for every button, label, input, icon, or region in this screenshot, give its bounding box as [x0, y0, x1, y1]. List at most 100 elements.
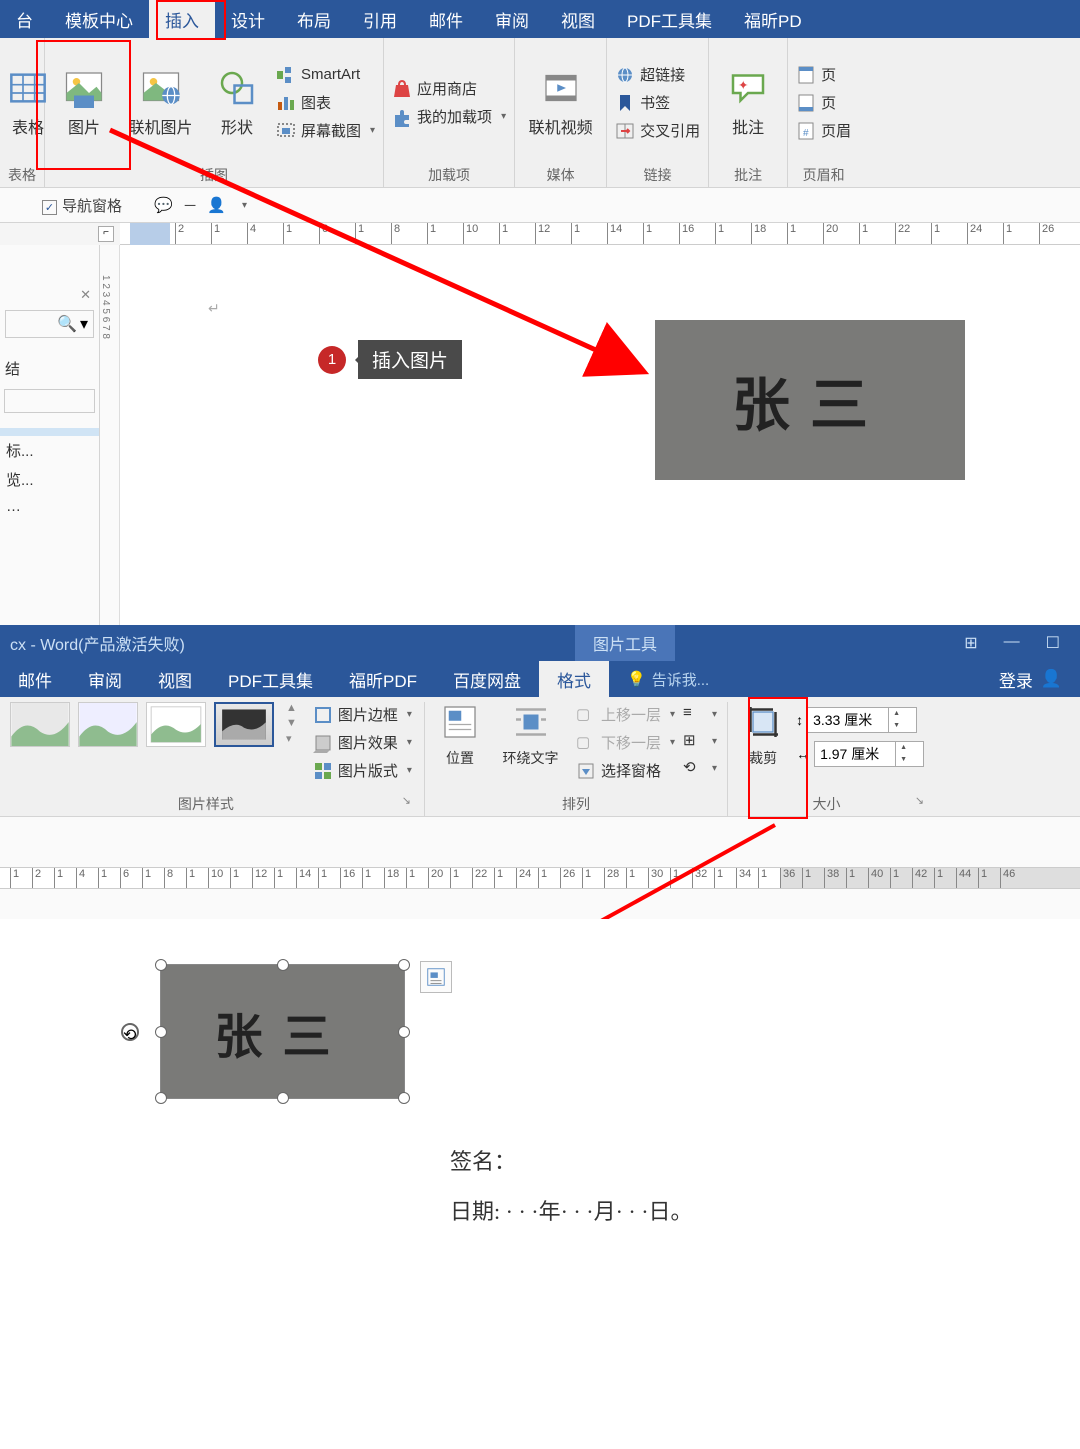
layout-options-button[interactable]	[420, 961, 452, 993]
picture-button[interactable]: 图片	[53, 43, 115, 162]
resize-handle-w[interactable]	[155, 1026, 167, 1038]
position-button[interactable]: 位置	[435, 702, 485, 768]
picture-style-1[interactable]	[10, 702, 70, 747]
header-button[interactable]: 页	[796, 62, 851, 87]
hyperlink-button[interactable]: 超链接	[615, 62, 700, 87]
forward-icon: ▢	[576, 705, 596, 725]
align-button[interactable]: ≡▾	[683, 702, 717, 726]
resize-handle-nw[interactable]	[155, 959, 167, 971]
nav-search-box[interactable]: 🔍▾	[5, 310, 94, 338]
style-scroll-up[interactable]: ▲	[286, 702, 297, 714]
online-picture-icon	[141, 68, 181, 108]
tab-review[interactable]: 审阅	[70, 661, 140, 697]
maximize-icon[interactable]: ☐	[1046, 633, 1060, 653]
minimize-icon[interactable]: —	[1004, 633, 1020, 653]
close-icon[interactable]: ✕	[80, 287, 91, 303]
tab-platform[interactable]: 台	[0, 0, 49, 38]
height-input[interactable]: ▲▼	[807, 707, 917, 733]
my-addins-button[interactable]: 我的加载项▾	[392, 104, 506, 129]
shapes-icon	[217, 68, 257, 108]
crossref-button[interactable]: 交叉引用	[615, 118, 700, 143]
tab-design[interactable]: 设计	[215, 0, 281, 38]
selected-signature-image[interactable]: 张三 ⟲	[160, 964, 405, 1099]
bring-forward-button[interactable]: ▢上移一层▾	[576, 702, 675, 727]
header-icon	[796, 65, 816, 85]
tab-baidu[interactable]: 百度网盘	[435, 661, 539, 697]
nav-pane-checkbox[interactable]: ✓导航窗格	[42, 195, 122, 216]
bookmark-button[interactable]: 书签	[615, 90, 700, 115]
resize-handle-e[interactable]	[398, 1026, 410, 1038]
store-icon	[392, 79, 412, 99]
footer-button[interactable]: 页	[796, 90, 851, 115]
style-scroll-down[interactable]: ▼	[286, 717, 297, 729]
tab-foxit-pdf[interactable]: 福昕PD	[728, 0, 818, 38]
horizontal-ruler-bottom[interactable]: 1214161811011211411611812012212412612813…	[0, 867, 1080, 889]
online-picture-button[interactable]: 联机图片	[123, 43, 198, 162]
selection-pane-button[interactable]: 选择窗格	[576, 758, 675, 783]
comment-button[interactable]: ✦ 批注	[717, 43, 779, 162]
picture-style-3[interactable]	[146, 702, 206, 747]
tab-view[interactable]: 视图	[545, 0, 611, 38]
picture-layout-button[interactable]: 图片版式▾	[313, 758, 412, 783]
nav-item[interactable]: 标...	[0, 436, 99, 465]
resize-handle-n[interactable]	[277, 959, 289, 971]
nav-item[interactable]: 览...	[0, 465, 99, 494]
screenshot-button[interactable]: 屏幕截图▾	[276, 118, 375, 143]
send-backward-button[interactable]: ▢下移一层▾	[576, 730, 675, 755]
tab-foxit-pdf[interactable]: 福昕PDF	[331, 661, 435, 697]
document-area[interactable]: ↵ 1 插入图片 张三	[100, 245, 1080, 625]
tab-mail[interactable]: 邮件	[0, 661, 70, 697]
tab-view[interactable]: 视图	[140, 661, 210, 697]
app-store-button[interactable]: 应用商店	[392, 76, 506, 101]
style-gallery-more[interactable]: ▾	[286, 732, 297, 745]
picture-style-4-selected[interactable]	[214, 702, 274, 747]
wrap-text-button[interactable]: 环绕文字	[493, 702, 568, 768]
tab-pdf-tools[interactable]: PDF工具集	[611, 0, 728, 38]
nav-item[interactable]	[0, 428, 99, 436]
picture-effects-button[interactable]: 图片效果▾	[313, 730, 412, 755]
online-video-button[interactable]: 联机视频	[523, 43, 598, 162]
resize-handle-ne[interactable]	[398, 959, 410, 971]
ruler-corner[interactable]: ⌐	[98, 226, 114, 242]
crop-icon	[743, 702, 783, 742]
width-input[interactable]: ▲▼	[814, 741, 924, 767]
tell-me-box[interactable]: 💡告诉我...	[609, 661, 727, 697]
resize-handle-se[interactable]	[398, 1092, 410, 1104]
resize-handle-s[interactable]	[277, 1092, 289, 1104]
picture-style-2[interactable]	[78, 702, 138, 747]
ribbon-display-icon[interactable]: ⊞	[964, 633, 977, 653]
resize-handle-sw[interactable]	[155, 1092, 167, 1104]
rotate-handle[interactable]: ⟲	[121, 1023, 139, 1041]
tab-references[interactable]: 引用	[347, 0, 413, 38]
tab-template-center[interactable]: 模板中心	[49, 0, 149, 38]
tab-insert[interactable]: 插入	[149, 0, 215, 38]
tab-pdf-tools[interactable]: PDF工具集	[210, 661, 331, 697]
piclayout-icon	[313, 761, 333, 781]
rotate-button[interactable]: ⟲▾	[683, 756, 717, 780]
tab-review[interactable]: 审阅	[479, 0, 545, 38]
dialog-launcher-icon[interactable]: ↘	[915, 794, 924, 807]
new-comment-icon[interactable]: 💬	[154, 196, 173, 214]
login-button[interactable]: 登录👤	[981, 661, 1080, 697]
chart-button[interactable]: 图表	[276, 90, 375, 115]
nav-tab-results[interactable]: 结	[5, 358, 94, 379]
dialog-launcher-icon[interactable]: ↘	[402, 794, 411, 807]
tab-layout[interactable]: 布局	[281, 0, 347, 38]
table-icon	[8, 68, 48, 108]
smartart-button[interactable]: SmartArt	[276, 63, 375, 87]
crop-button[interactable]: 裁剪	[738, 702, 788, 768]
document-area-bottom[interactable]: 张三 ⟲ 签名： 日期: · · ·年· · ·月· · ·日。	[0, 919, 1080, 1449]
tab-format[interactable]: 格式	[539, 661, 609, 697]
signature-image[interactable]: 张三	[655, 320, 965, 480]
person-icon[interactable]: 👤	[207, 196, 226, 214]
tab-mail[interactable]: 邮件	[413, 0, 479, 38]
vertical-ruler[interactable]: 1 2 3 4 5 6 7 8	[100, 245, 120, 625]
wrap-icon	[511, 702, 551, 742]
tables-button[interactable]: 表格	[8, 43, 48, 162]
nav-item[interactable]: …	[0, 494, 99, 519]
nav-input[interactable]	[4, 389, 95, 413]
shapes-button[interactable]: 形状	[206, 43, 268, 162]
pagenum-button[interactable]: #页眉	[796, 118, 851, 143]
picture-border-button[interactable]: 图片边框▾	[313, 702, 412, 727]
group-button[interactable]: ⊞▾	[683, 729, 717, 753]
